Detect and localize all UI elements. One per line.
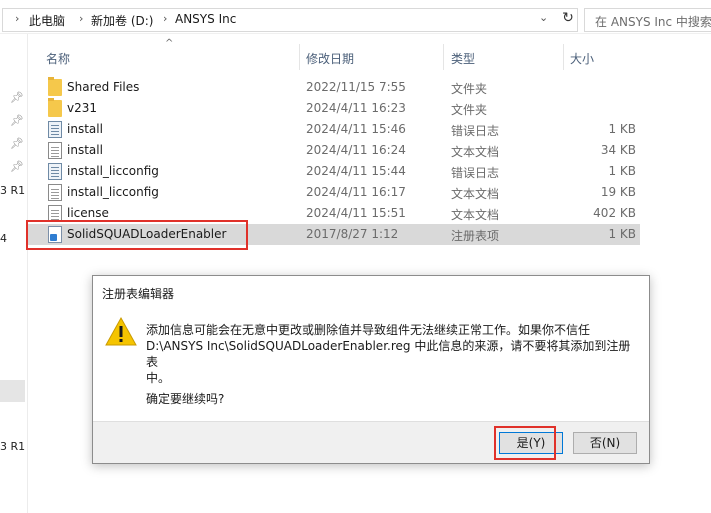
dialog-message-line: D:\ANSYS Inc\SolidSQUADLoaderEnabler.reg… xyxy=(146,339,631,369)
column-name[interactable]: 名称 xyxy=(46,50,70,67)
nav-item-fragment[interactable]: 3 R1 xyxy=(0,440,25,453)
file-name: v231 xyxy=(67,101,98,115)
dialog-confirm-question: 确定要继续吗? xyxy=(146,392,225,406)
file-type: 注册表项 xyxy=(451,229,500,243)
log-file-icon xyxy=(48,163,62,180)
breadcrumb-chevron-icon[interactable]: › xyxy=(163,12,167,25)
search-input[interactable]: 在 ANSYS Inc 中搜索 xyxy=(584,8,711,32)
address-bar[interactable]: › 此电脑 › 新加卷 (D:) › ANSYS Inc ⌄ ↻ xyxy=(2,8,578,32)
navigation-pane: 📌︎ 📌︎ 📌︎ 📌︎ 3 R1 4 3 R1 xyxy=(0,34,28,513)
pin-icon[interactable]: 📌︎ xyxy=(10,160,24,174)
file-row[interactable]: install_licconfig 2024/4/11 16:17 文本文档 1… xyxy=(28,182,640,203)
file-size: 19 KB xyxy=(600,185,636,199)
column-divider[interactable] xyxy=(443,44,444,70)
pin-icon[interactable]: 📌︎ xyxy=(10,91,24,105)
text-file-icon xyxy=(48,142,62,159)
file-type: 错误日志 xyxy=(451,124,500,138)
dialog-button-bar: 是(Y) 否(N) xyxy=(93,421,649,463)
file-size: 1 KB xyxy=(608,227,636,241)
address-row: › 此电脑 › 新加卷 (D:) › ANSYS Inc ⌄ ↻ 在 ANSYS… xyxy=(0,0,711,34)
nav-item-fragment[interactable]: 3 R1 xyxy=(0,184,25,197)
column-date[interactable]: 修改日期 xyxy=(306,50,354,67)
file-row[interactable]: install 2024/4/11 15:46 错误日志 1 KB xyxy=(28,119,640,140)
dialog-message: 添加信息可能会在无意中更改或删除值并导致组件无法继续正常工作。如果你不信任 D:… xyxy=(146,322,642,386)
file-size: 1 KB xyxy=(608,122,636,136)
pin-icon[interactable]: 📌︎ xyxy=(10,137,24,151)
file-name: install xyxy=(67,143,103,157)
file-name: install_licconfig xyxy=(67,164,159,178)
column-divider[interactable] xyxy=(299,44,300,70)
dialog-title: 注册表编辑器 xyxy=(102,287,175,301)
log-file-icon xyxy=(48,121,62,138)
column-type[interactable]: 类型 xyxy=(451,50,475,67)
column-divider[interactable] xyxy=(563,44,564,70)
file-date: 2024/4/11 15:46 xyxy=(306,122,406,136)
file-date: 2017/8/27 1:12 xyxy=(306,227,399,241)
file-type: 错误日志 xyxy=(451,166,500,180)
breadcrumb-ansys-inc[interactable]: ANSYS Inc xyxy=(175,12,236,26)
breadcrumb-chevron-icon[interactable]: › xyxy=(15,12,19,25)
nav-selected-item[interactable] xyxy=(0,380,25,402)
file-row[interactable]: Shared Files 2022/11/15 7:55 文件夹 xyxy=(28,77,640,98)
file-row[interactable]: v231 2024/4/11 16:23 文件夹 xyxy=(28,98,640,119)
folder-icon xyxy=(48,98,62,117)
file-row[interactable]: install_licconfig 2024/4/11 15:44 错误日志 1… xyxy=(28,161,640,182)
text-file-icon xyxy=(48,184,62,201)
file-date: 2024/4/11 16:17 xyxy=(306,185,406,199)
search-placeholder: 在 ANSYS Inc 中搜索 xyxy=(595,15,711,29)
file-row[interactable]: install 2024/4/11 16:24 文本文档 34 KB xyxy=(28,140,640,161)
file-size: 34 KB xyxy=(600,143,636,157)
column-size[interactable]: 大小 xyxy=(570,50,594,67)
column-header: 名称 修改日期 类型 大小 xyxy=(28,40,711,70)
file-size: 402 KB xyxy=(593,206,636,220)
no-button[interactable]: 否(N) xyxy=(573,432,637,454)
file-type: 文件夹 xyxy=(451,82,488,96)
breadcrumb-drive-d[interactable]: 新加卷 (D:) xyxy=(91,12,153,29)
breadcrumb-chevron-icon[interactable]: › xyxy=(79,12,83,25)
file-name: license xyxy=(67,206,109,220)
pin-icon[interactable]: 📌︎ xyxy=(10,114,24,128)
warning-icon xyxy=(105,316,137,346)
nav-item-fragment[interactable]: 4 xyxy=(0,232,7,245)
file-date: 2024/4/11 15:51 xyxy=(306,206,406,220)
file-name: install xyxy=(67,122,103,136)
breadcrumb-this-pc[interactable]: 此电脑 xyxy=(29,12,65,29)
file-date: 2024/4/11 15:44 xyxy=(306,164,406,178)
file-type: 文本文档 xyxy=(451,187,500,201)
address-dropdown-icon[interactable]: ⌄ xyxy=(539,11,548,24)
refresh-icon[interactable]: ↻ xyxy=(559,10,577,30)
folder-icon xyxy=(48,77,62,96)
registry-editor-dialog: 注册表编辑器 添加信息可能会在无意中更改或删除值并导致组件无法继续正常工作。如果… xyxy=(92,275,650,464)
file-type: 文本文档 xyxy=(451,208,500,222)
file-name: install_licconfig xyxy=(67,185,159,199)
file-type: 文件夹 xyxy=(451,103,488,117)
file-date: 2024/4/11 16:23 xyxy=(306,101,406,115)
file-size: 1 KB xyxy=(608,164,636,178)
dialog-message-line: 中。 xyxy=(146,371,171,385)
file-type: 文本文档 xyxy=(451,145,500,159)
dialog-message-line: 添加信息可能会在无意中更改或删除值并导致组件无法继续正常工作。如果你不信任 xyxy=(146,323,591,337)
file-date: 2022/11/15 7:55 xyxy=(306,80,406,94)
file-name: Shared Files xyxy=(67,80,140,94)
highlight-box-reg-file xyxy=(26,220,248,250)
file-date: 2024/4/11 16:24 xyxy=(306,143,406,157)
highlight-box-yes-button xyxy=(494,426,556,460)
